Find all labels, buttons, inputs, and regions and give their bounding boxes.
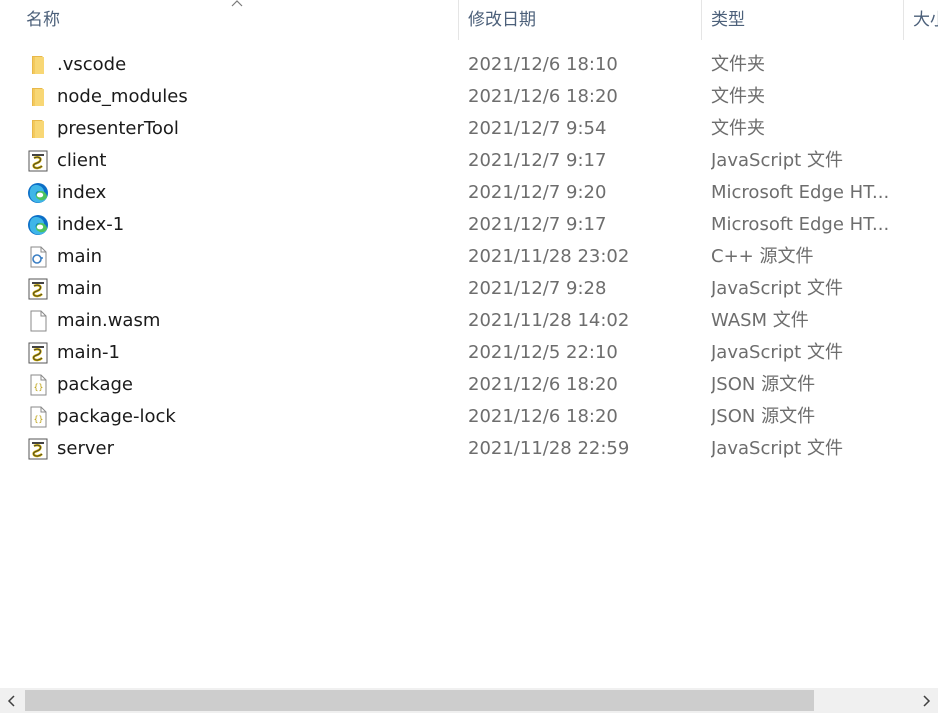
file-name: node_modules (57, 86, 188, 107)
column-header-size[interactable]: 大小 (913, 0, 938, 40)
scroll-left-button[interactable] (0, 688, 24, 713)
scroll-right-button[interactable] (914, 688, 938, 713)
cpp-file-icon (27, 246, 49, 268)
file-type: Microsoft Edge HT... (711, 182, 889, 203)
file-modified-date: 2021/12/7 9:54 (468, 118, 607, 139)
file-type: 文件夹 (711, 86, 765, 107)
edge-html-icon (27, 214, 49, 236)
file-type: 文件夹 (711, 54, 765, 75)
javascript-file-icon (27, 342, 49, 364)
javascript-file-icon (27, 278, 49, 300)
file-modified-date: 2021/12/7 9:17 (468, 150, 607, 171)
file-modified-date: 2021/12/5 22:10 (468, 342, 618, 363)
file-row[interactable]: main-1 2021/12/5 22:10 JavaScript 文件 (0, 337, 938, 369)
file-explorer: 名称 修改日期 类型 大小 .vscode2021/12/6 18:10文件夹n… (0, 0, 938, 713)
chevron-right-icon (923, 694, 931, 707)
file-name: index (57, 182, 107, 203)
file-type: JavaScript 文件 (711, 438, 843, 459)
file-row[interactable]: server 2021/11/28 22:59 JavaScript 文件 (0, 433, 938, 465)
file-list: .vscode 2021/12/6 18:10 文件夹 node_modules 202… (0, 49, 938, 465)
file-modified-date: 2021/12/6 18:20 (468, 374, 618, 395)
folder-icon (27, 118, 49, 140)
file-name: main (57, 278, 102, 299)
column-divider[interactable] (458, 0, 459, 40)
file-modified-date: 2021/11/28 23:02 (468, 246, 630, 267)
column-header-date[interactable]: 修改日期 (468, 0, 698, 40)
json-file-icon: {} (27, 374, 49, 396)
svg-text:{}: {} (34, 383, 44, 392)
file-type: C++ 源文件 (711, 246, 814, 267)
column-header-type[interactable]: 类型 (711, 0, 901, 40)
file-row[interactable]: main 2021/12/7 9:28 JavaScript 文件 (0, 273, 938, 305)
column-divider[interactable] (903, 0, 904, 40)
file-type: WASM 文件 (711, 310, 809, 331)
file-row[interactable]: {} package 2021/12/6 18:20 JSON 源文件 (0, 369, 938, 401)
file-modified-date: 2021/12/6 18:20 (468, 406, 618, 427)
file-row[interactable]: presenterTool 2021/12/7 9:54 文件夹 (0, 113, 938, 145)
chevron-left-icon (7, 694, 15, 707)
file-type: JavaScript 文件 (711, 278, 843, 299)
column-divider[interactable] (701, 0, 702, 40)
file-name: index-1 (57, 214, 125, 235)
svg-text:{}: {} (34, 415, 44, 424)
folder-icon (27, 86, 49, 108)
scroll-thumb[interactable] (25, 690, 814, 711)
file-modified-date: 2021/12/7 9:20 (468, 182, 607, 203)
file-name: package (57, 374, 133, 395)
chevron-up-icon (231, 0, 243, 7)
file-name: .vscode (57, 54, 127, 75)
file-row[interactable]: index 2021/12/7 9:20 Microsoft Edge HT... (0, 177, 938, 209)
file-modified-date: 2021/12/6 18:10 (468, 54, 618, 75)
file-row[interactable]: .vscode 2021/12/6 18:10 文件夹 (0, 49, 938, 81)
file-row[interactable]: {} package-lock 2021/12/6 18:20 JSON 源文件 (0, 401, 938, 433)
column-header-bar: 名称 修改日期 类型 大小 (0, 0, 938, 40)
file-modified-date: 2021/12/6 18:20 (468, 86, 618, 107)
file-row[interactable]: index-1 2021/12/7 9:17 Microsoft Edge HT..… (0, 209, 938, 241)
file-type: JavaScript 文件 (711, 342, 843, 363)
file-row[interactable]: node_modules 2021/12/6 18:20 文件夹 (0, 81, 938, 113)
file-type: JSON 源文件 (711, 374, 816, 395)
javascript-file-icon (27, 438, 49, 460)
json-file-icon: {} (27, 406, 49, 428)
javascript-file-icon (27, 150, 49, 172)
file-name: client (57, 150, 107, 171)
file-row[interactable]: client 2021/12/7 9:17 JavaScript 文件 (0, 145, 938, 177)
file-type: JSON 源文件 (711, 406, 816, 427)
file-name: main-1 (57, 342, 120, 363)
file-type: JavaScript 文件 (711, 150, 843, 171)
file-modified-date: 2021/11/28 14:02 (468, 310, 630, 331)
file-name: main (57, 246, 102, 267)
file-row[interactable]: main 2021/11/28 23:02 C++ 源文件 (0, 241, 938, 273)
edge-html-icon (27, 182, 49, 204)
file-name: server (57, 438, 114, 459)
blank-file-icon (27, 310, 49, 332)
file-name: package-lock (57, 406, 176, 427)
file-name: main.wasm (57, 310, 161, 331)
file-name: presenterTool (57, 118, 179, 139)
file-type: 文件夹 (711, 118, 765, 139)
file-type: Microsoft Edge HT... (711, 214, 889, 235)
file-row[interactable]: main.wasm 2021/11/28 14:02 WASM 文件 (0, 305, 938, 337)
horizontal-scrollbar[interactable] (0, 688, 938, 713)
file-modified-date: 2021/12/7 9:28 (468, 278, 607, 299)
folder-icon (27, 54, 49, 76)
file-modified-date: 2021/12/7 9:17 (468, 214, 607, 235)
file-modified-date: 2021/11/28 22:59 (468, 438, 630, 459)
